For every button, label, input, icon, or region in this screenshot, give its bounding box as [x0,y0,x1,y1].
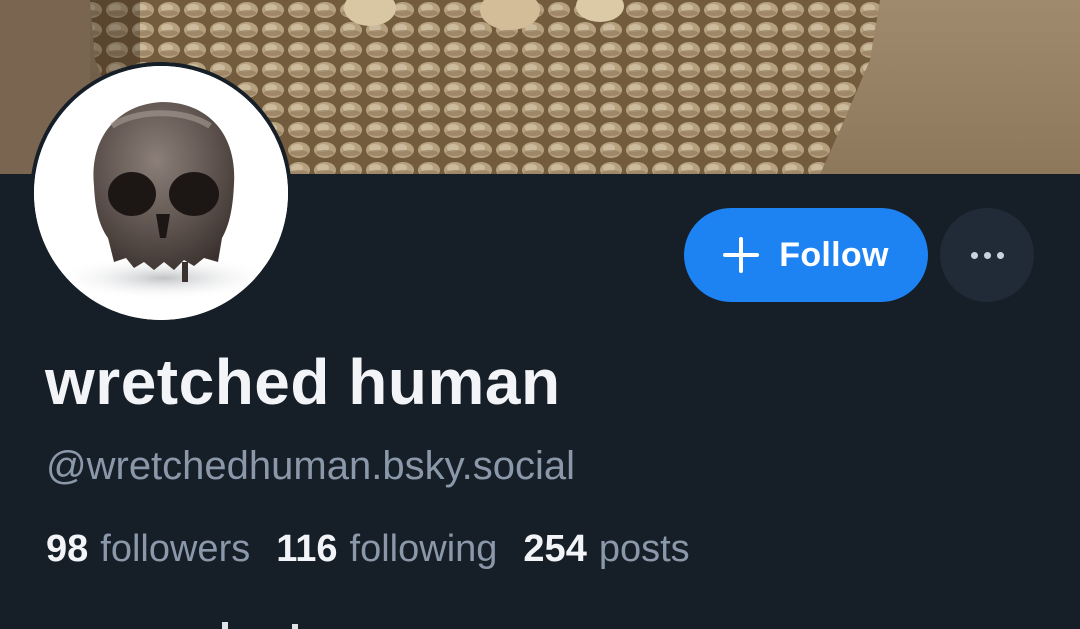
followers-label: followers [100,528,251,570]
bio-text-cropped [46,612,426,629]
followers-count: 98 [46,528,89,570]
following-count: 116 [276,528,338,570]
posts-stat: 254 posts [523,528,689,571]
profile-stats: 98 followers 116 following 254 posts [46,528,690,571]
following-stat[interactable]: 116 following [276,528,497,571]
following-label: following [349,528,498,570]
avatar[interactable] [30,62,292,324]
followers-stat[interactable]: 98 followers [46,528,250,571]
follow-button-label: Follow [779,235,889,274]
ellipsis-icon [970,251,1004,259]
plus-icon [723,237,760,273]
skull-avatar-icon [34,66,288,320]
profile-handle: @wretchedhuman.bsky.social [46,444,575,488]
more-options-button[interactable] [940,208,1034,302]
posts-count: 254 [523,528,587,570]
follow-button[interactable]: Follow [684,208,928,302]
posts-label: posts [598,528,690,570]
profile-display-name: wretched human [45,346,561,418]
